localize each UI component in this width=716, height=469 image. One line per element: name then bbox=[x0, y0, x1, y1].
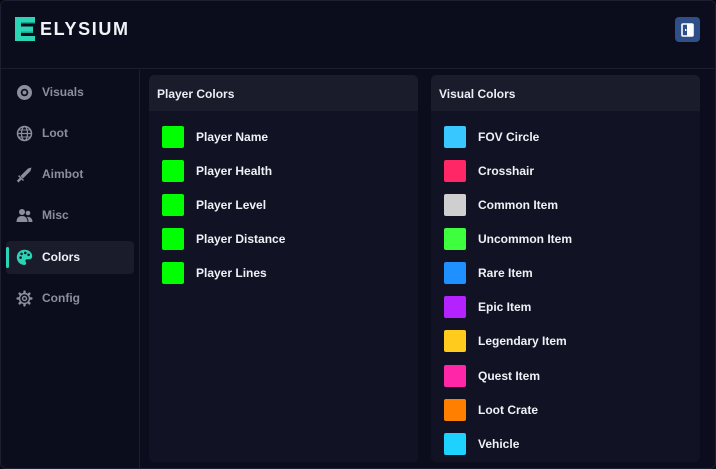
sidebar-item-label: Visuals bbox=[42, 85, 84, 99]
sword-icon bbox=[16, 167, 32, 183]
color-option-vehicle[interactable]: Vehicle bbox=[444, 432, 519, 456]
visual-colors-panel: Visual Colors FOV Circle Crosshair Commo… bbox=[431, 75, 700, 462]
sidebar-item-label: Colors bbox=[42, 250, 81, 264]
color-option-player-name[interactable]: Player Name bbox=[162, 125, 268, 149]
color-option-legendary-item[interactable]: Legendary Item bbox=[444, 329, 567, 353]
header-bar: ELYSIUM bbox=[1, 1, 715, 69]
color-option-label: Player Level bbox=[196, 198, 267, 212]
color-option-common-item[interactable]: Common Item bbox=[444, 193, 558, 217]
sidebar-item-colors[interactable]: Colors bbox=[6, 241, 134, 274]
color-option-label: Epic Item bbox=[478, 300, 532, 314]
color-option-fov-circle[interactable]: FOV Circle bbox=[444, 125, 539, 149]
users-icon bbox=[16, 209, 33, 222]
color-option-player-health[interactable]: Player Health bbox=[162, 159, 272, 183]
eye-icon bbox=[17, 85, 32, 100]
player-colors-panel: Player Colors Player Name Player Health … bbox=[149, 75, 418, 462]
active-indicator bbox=[6, 247, 9, 268]
palette-icon bbox=[16, 249, 33, 265]
color-swatch[interactable] bbox=[444, 126, 466, 148]
globe-icon bbox=[16, 125, 33, 142]
color-option-label: Uncommon Item bbox=[478, 232, 573, 246]
sidebar-item-label: Config bbox=[42, 291, 80, 305]
color-option-loot-crate[interactable]: Loot Crate bbox=[444, 398, 538, 422]
panel-title: Visual Colors bbox=[431, 75, 700, 111]
color-option-label: FOV Circle bbox=[478, 130, 540, 144]
sidebar: Visuals Loot Aimbot Misc Colors Config bbox=[1, 70, 140, 468]
sidebar-item-visuals[interactable]: Visuals bbox=[6, 76, 134, 109]
color-option-player-lines[interactable]: Player Lines bbox=[162, 261, 267, 285]
sidebar-item-loot[interactable]: Loot bbox=[6, 117, 134, 150]
color-swatch[interactable] bbox=[444, 296, 466, 318]
exit-door-icon bbox=[681, 22, 694, 37]
app-title: ELYSIUM bbox=[40, 19, 130, 39]
color-swatch[interactable] bbox=[444, 399, 466, 421]
exit-button[interactable] bbox=[675, 17, 700, 42]
sidebar-item-config[interactable]: Config bbox=[6, 282, 134, 315]
color-option-player-distance[interactable]: Player Distance bbox=[162, 227, 285, 251]
color-swatch[interactable] bbox=[444, 330, 466, 352]
color-swatch[interactable] bbox=[444, 262, 466, 284]
color-option-rare-item[interactable]: Rare Item bbox=[444, 261, 533, 285]
color-option-label: Crosshair bbox=[478, 164, 535, 178]
color-option-crosshair[interactable]: Crosshair bbox=[444, 159, 534, 183]
color-option-quest-item[interactable]: Quest Item bbox=[444, 364, 540, 388]
color-option-label: Quest Item bbox=[478, 369, 541, 383]
color-swatch[interactable] bbox=[444, 194, 466, 216]
color-swatch[interactable] bbox=[444, 228, 466, 250]
sidebar-item-label: Misc bbox=[42, 208, 69, 222]
color-option-label: Legendary Item bbox=[478, 334, 567, 348]
color-swatch[interactable] bbox=[444, 365, 466, 387]
color-option-uncommon-item[interactable]: Uncommon Item bbox=[444, 227, 572, 251]
app-window: ELYSIUM Visuals Loot Aimbot Misc Colors … bbox=[0, 0, 716, 469]
color-swatch[interactable] bbox=[162, 194, 184, 216]
color-option-label: Vehicle bbox=[478, 437, 520, 451]
sidebar-item-label: Loot bbox=[42, 126, 68, 140]
panel-title: Player Colors bbox=[149, 75, 418, 111]
color-swatch[interactable] bbox=[444, 433, 466, 455]
color-option-label: Player Lines bbox=[196, 266, 267, 280]
sidebar-item-aimbot[interactable]: Aimbot bbox=[6, 158, 134, 191]
color-option-label: Common Item bbox=[478, 198, 559, 212]
color-option-epic-item[interactable]: Epic Item bbox=[444, 295, 531, 319]
color-swatch[interactable] bbox=[162, 160, 184, 182]
app-logo: ELYSIUM bbox=[13, 15, 130, 43]
color-option-player-level[interactable]: Player Level bbox=[162, 193, 266, 217]
color-swatch[interactable] bbox=[162, 262, 184, 284]
gear-icon bbox=[16, 290, 33, 307]
logo-e-icon bbox=[15, 17, 35, 41]
color-swatch[interactable] bbox=[162, 126, 184, 148]
color-option-label: Rare Item bbox=[478, 266, 533, 280]
color-option-label: Player Name bbox=[196, 130, 269, 144]
sidebar-item-misc[interactable]: Misc bbox=[6, 199, 134, 232]
color-option-label: Player Distance bbox=[196, 232, 286, 246]
sidebar-item-label: Aimbot bbox=[42, 167, 84, 181]
color-option-label: Loot Crate bbox=[478, 403, 538, 417]
color-option-label: Player Health bbox=[196, 164, 273, 178]
color-swatch[interactable] bbox=[444, 160, 466, 182]
color-swatch[interactable] bbox=[162, 228, 184, 250]
